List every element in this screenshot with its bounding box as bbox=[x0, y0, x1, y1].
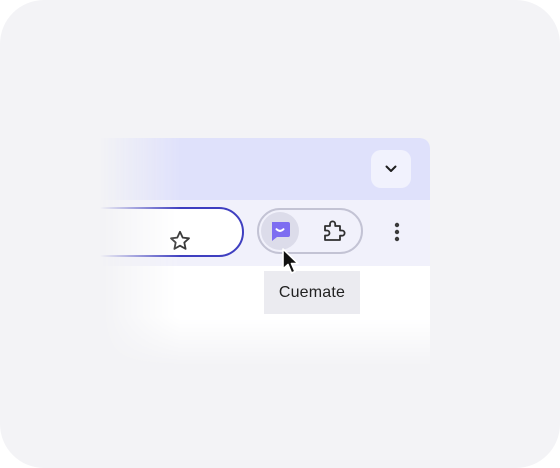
tab-search-button[interactable] bbox=[371, 150, 411, 188]
mouse-pointer-icon bbox=[282, 248, 299, 274]
tab-strip bbox=[100, 138, 430, 200]
extensions-group bbox=[257, 208, 363, 254]
cuemate-icon bbox=[272, 222, 290, 241]
illustration-card: Cuemate bbox=[0, 0, 560, 468]
more-menu-button[interactable] bbox=[384, 218, 410, 246]
toolbar bbox=[100, 200, 430, 266]
cuemate-tooltip: Cuemate bbox=[264, 271, 360, 314]
more-vert-icon bbox=[394, 222, 400, 242]
chevron-down-icon bbox=[385, 165, 397, 172]
cuemate-extension-button[interactable] bbox=[261, 212, 299, 250]
extensions-menu-button[interactable] bbox=[317, 214, 351, 248]
puzzle-icon bbox=[324, 220, 346, 241]
star-icon bbox=[170, 230, 190, 250]
bookmark-button[interactable] bbox=[166, 227, 194, 255]
address-bar[interactable] bbox=[100, 207, 244, 257]
browser-window bbox=[100, 138, 430, 368]
